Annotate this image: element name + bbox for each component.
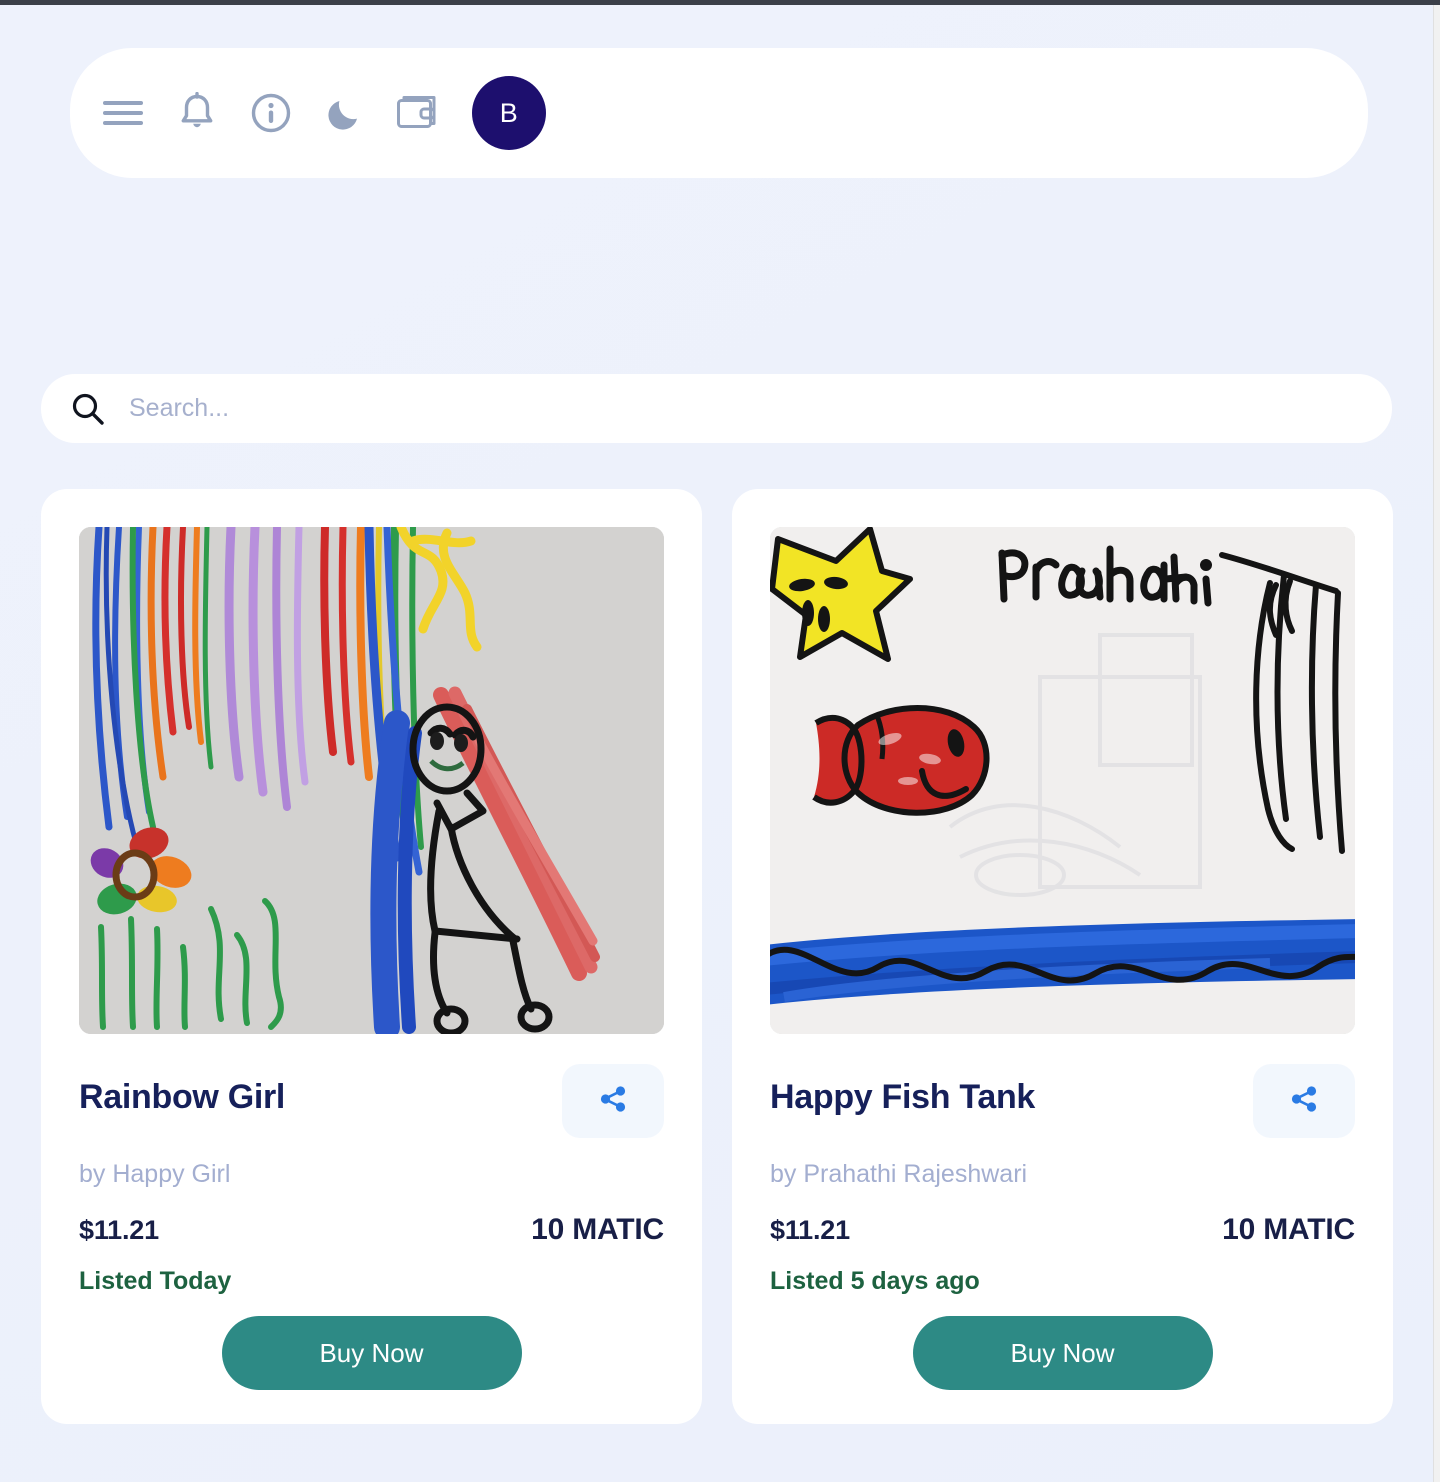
price-usd: $11.21 — [79, 1215, 159, 1245]
price-row: $11.21 10 MATIC — [79, 1213, 664, 1247]
avatar-initial: B — [499, 97, 519, 128]
bell-icon[interactable] — [160, 76, 234, 150]
buy-now-button[interactable]: Buy Now — [912, 1316, 1213, 1390]
nft-title: Rainbow Girl — [79, 1078, 286, 1116]
nft-card-grid: Rainbow Girl by Happy Girl $11.21 10 MAT… — [41, 489, 1393, 1424]
buy-button-wrapper: Buy Now — [770, 1316, 1355, 1390]
share-icon — [599, 1085, 627, 1118]
search-input[interactable] — [129, 374, 1362, 443]
nft-card[interactable]: Happy Fish Tank by Prahathi Rajeshwari $… — [732, 489, 1393, 1424]
page-scrollbar[interactable] — [1433, 5, 1440, 1482]
listed-status: Listed 5 days ago — [770, 1267, 980, 1295]
top-navigation-bar: B — [70, 48, 1368, 178]
price-token: 10 MATIC — [531, 1213, 664, 1246]
share-button[interactable] — [562, 1064, 664, 1138]
moon-icon[interactable] — [308, 76, 382, 150]
buy-button-wrapper: Buy Now — [79, 1316, 664, 1390]
search-bar[interactable] — [41, 374, 1392, 443]
page-surface: B Search... Rainbow Girl by Happy Girl $… — [0, 5, 1433, 1482]
nft-author: by Prahathi Rajeshwari — [770, 1160, 1028, 1188]
listed-status: Listed Today — [79, 1267, 232, 1295]
share-icon — [1290, 1085, 1318, 1118]
user-avatar[interactable]: B — [472, 76, 546, 150]
share-button[interactable] — [1253, 1064, 1355, 1138]
nft-author: by Happy Girl — [79, 1160, 231, 1188]
nft-artwork-rainbow-girl — [79, 527, 664, 1034]
nft-title: Happy Fish Tank — [770, 1078, 1036, 1116]
info-icon[interactable] — [234, 76, 308, 150]
nft-card[interactable]: Rainbow Girl by Happy Girl $11.21 10 MAT… — [41, 489, 702, 1424]
buy-now-button[interactable]: Buy Now — [221, 1316, 522, 1390]
price-row: $11.21 10 MATIC — [770, 1213, 1355, 1247]
price-usd: $11.21 — [770, 1215, 850, 1245]
card-header-row: Happy Fish Tank — [770, 1064, 1355, 1138]
card-header-row: Rainbow Girl — [79, 1064, 664, 1138]
nft-artwork-happy-fish-tank — [770, 527, 1355, 1034]
menu-icon[interactable] — [86, 76, 160, 150]
price-token: 10 MATIC — [1222, 1213, 1355, 1246]
wallet-icon[interactable] — [382, 76, 456, 150]
search-icon — [71, 392, 105, 426]
